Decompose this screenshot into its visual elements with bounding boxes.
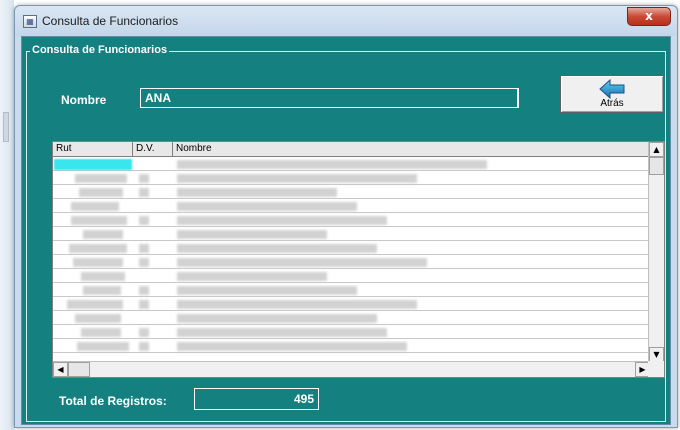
nombre-cell — [177, 174, 417, 183]
table-row[interactable] — [53, 200, 650, 213]
atras-button[interactable]: Atrás — [560, 75, 664, 113]
table-row[interactable] — [53, 312, 650, 325]
rut-cell — [83, 230, 123, 239]
rut-cell — [69, 244, 127, 253]
table-row[interactable] — [53, 186, 650, 199]
background-window-edge — [0, 0, 14, 430]
rut-cell — [81, 328, 121, 337]
total-registros-label: Total de Registros: — [59, 394, 167, 408]
scroll-left-button[interactable]: ◀ — [53, 362, 68, 377]
dv-cell — [139, 286, 149, 295]
nombre-cell — [177, 216, 387, 225]
rut-cell — [75, 174, 127, 183]
close-button[interactable]: x — [627, 7, 671, 26]
rut-cell — [67, 300, 123, 309]
groupbox-legend: Consulta de Funcionarios — [30, 44, 170, 56]
nombre-cell — [177, 188, 337, 197]
consulta-window: ▦ Consulta de Funcionarios x Consulta de… — [14, 5, 678, 428]
scroll-down-button[interactable]: ▼ — [649, 347, 664, 362]
total-registros-value: 495 — [194, 388, 319, 410]
dv-cell — [139, 342, 149, 351]
table-row[interactable] — [53, 298, 650, 311]
vertical-scrollbar[interactable]: ▲ ▼ — [648, 142, 664, 362]
rut-cell — [79, 188, 123, 197]
dv-cell — [139, 328, 149, 337]
table-row[interactable] — [53, 172, 650, 185]
nombre-cell — [177, 202, 357, 211]
rut-cell — [71, 202, 119, 211]
table-row[interactable] — [53, 326, 650, 339]
scrollbar-corner — [648, 361, 664, 377]
vertical-scroll-thumb[interactable] — [649, 157, 664, 175]
dv-cell — [139, 300, 149, 309]
column-header-nombre[interactable]: Nombre — [173, 142, 649, 157]
nombre-cell — [177, 258, 427, 267]
dv-cell — [139, 258, 149, 267]
nombre-cell — [177, 328, 387, 337]
nombre-cell — [177, 272, 327, 281]
rut-cell — [83, 286, 121, 295]
grid-header: Rut D.V. Nombre — [53, 142, 650, 157]
nombre-label: Nombre — [61, 93, 107, 107]
background-scroll-thumb — [3, 112, 9, 142]
window-title: Consulta de Funcionarios — [42, 14, 179, 28]
column-header-dv[interactable]: D.V. — [133, 142, 173, 157]
table-row[interactable] — [53, 158, 650, 171]
horizontal-scrollbar[interactable]: ◀ ▶ — [53, 361, 650, 377]
table-row[interactable] — [53, 214, 650, 227]
nombre-cell — [177, 342, 407, 351]
table-row[interactable] — [53, 242, 650, 255]
form-icon: ▦ — [23, 15, 37, 28]
column-header-rut[interactable]: Rut — [53, 142, 133, 157]
rut-cell — [75, 314, 121, 323]
nombre-cell — [177, 244, 377, 253]
form-client-area: Consulta de Funcionarios Nombre ANA Atrá… — [21, 36, 671, 425]
horizontal-scroll-thumb[interactable] — [68, 362, 90, 377]
funcionarios-grid[interactable]: Rut D.V. Nombre ▲ ▼ ◀ ▶ — [52, 141, 665, 378]
rut-cell — [73, 258, 123, 267]
nombre-input[interactable]: ANA — [140, 88, 519, 108]
table-row[interactable] — [53, 340, 650, 353]
dv-cell — [139, 188, 149, 197]
rut-cell — [71, 216, 127, 225]
dv-cell — [139, 216, 149, 225]
atras-button-label: Atrás — [600, 98, 624, 109]
scroll-up-button[interactable]: ▲ — [649, 142, 664, 157]
nombre-cell — [177, 160, 487, 169]
title-bar[interactable]: ▦ Consulta de Funcionarios x — [15, 6, 677, 36]
rut-cell — [81, 272, 125, 281]
selected-cell[interactable] — [54, 159, 132, 170]
nombre-cell — [177, 286, 357, 295]
dv-cell — [139, 174, 149, 183]
table-row[interactable] — [53, 270, 650, 283]
rut-cell — [77, 342, 129, 351]
nombre-cell — [177, 230, 327, 239]
nombre-cell — [177, 300, 417, 309]
arrow-left-icon — [599, 79, 625, 99]
dv-cell — [139, 244, 149, 253]
nombre-cell — [177, 314, 377, 323]
table-row[interactable] — [53, 256, 650, 269]
table-row[interactable] — [53, 284, 650, 297]
table-row[interactable] — [53, 228, 650, 241]
